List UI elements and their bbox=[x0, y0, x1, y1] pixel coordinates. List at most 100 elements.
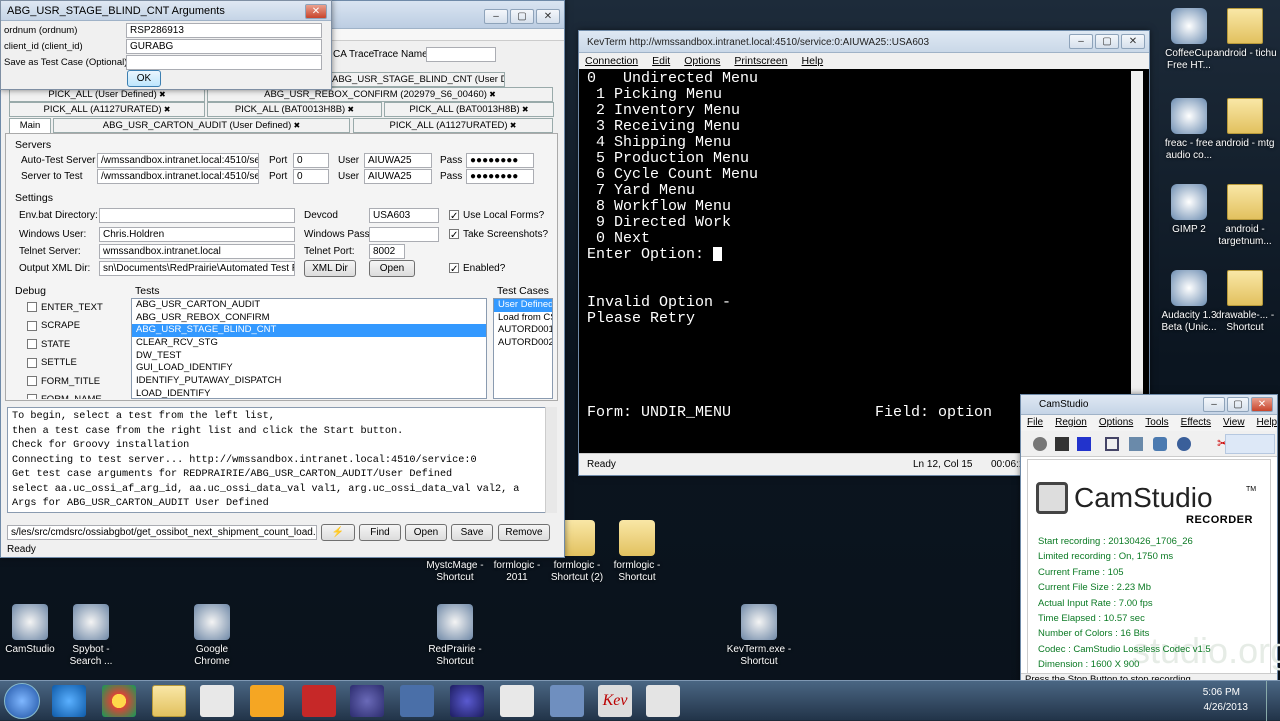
tab-close-icon[interactable]: ✖ bbox=[508, 121, 517, 130]
test-list-item[interactable]: LOAD_IDENTIFY bbox=[132, 388, 486, 398]
eclipse-icon[interactable] bbox=[350, 685, 384, 717]
kevterm-menu-item[interactable]: Printscreen bbox=[734, 55, 787, 67]
red-app-icon[interactable] bbox=[302, 685, 336, 717]
xml-dir-button[interactable]: XML Dir bbox=[304, 260, 356, 277]
debug-checkbox-item[interactable]: SETTLE bbox=[23, 354, 123, 372]
kevterm-menu-item[interactable]: Edit bbox=[652, 55, 670, 67]
checkbox[interactable] bbox=[27, 376, 37, 387]
server-url-input[interactable]: /wmssandbox.intranet.local:4510/service bbox=[97, 153, 259, 168]
test-list-item[interactable]: GUI_LOAD_IDENTIFY bbox=[132, 362, 486, 375]
port-input[interactable]: 0 bbox=[293, 169, 329, 184]
camstudio-menu-item[interactable]: Help bbox=[1257, 417, 1278, 429]
devcod-input[interactable]: USA603 bbox=[369, 208, 439, 223]
close-button[interactable]: ✕ bbox=[536, 9, 560, 24]
desktop-icon[interactable]: android - targetnum... bbox=[1210, 184, 1280, 248]
debug-checkbox-item[interactable]: ENTER_TEXT bbox=[23, 299, 123, 317]
debug-checkbox-item[interactable]: STATE bbox=[23, 336, 123, 354]
find-button[interactable]: Find bbox=[359, 524, 401, 541]
desktop-icon[interactable]: android - tichu bbox=[1210, 8, 1280, 60]
test-tab[interactable]: PICK_ALL (BAT0013H8B) ✖ bbox=[384, 102, 554, 117]
kevterm-menu-item[interactable]: Options bbox=[684, 55, 720, 67]
options-icon[interactable] bbox=[1129, 437, 1143, 451]
kevterm-taskbar-icon[interactable]: Kev bbox=[598, 685, 632, 717]
cs-minimize-button[interactable]: – bbox=[1203, 397, 1225, 412]
checkbox[interactable] bbox=[27, 302, 37, 313]
camstudio-menu-item[interactable]: Effects bbox=[1181, 417, 1211, 429]
desktop-icon[interactable]: Google Chrome bbox=[177, 604, 247, 668]
test-tab[interactable]: PICK_ALL (BAT0013H8B) ✖ bbox=[207, 102, 382, 117]
kevterm-title-bar[interactable]: KevTerm http://wmssandbox.intranet.local… bbox=[579, 31, 1149, 53]
terminal-app-icon[interactable] bbox=[400, 685, 434, 717]
script-path-select[interactable]: s/les/src/cmdsrc/ossiabgbot/get_ossibot_… bbox=[7, 525, 317, 540]
explorer-folder-icon[interactable] bbox=[152, 685, 186, 717]
stop-button[interactable] bbox=[1077, 437, 1091, 451]
dialog-close-button[interactable]: ✕ bbox=[305, 4, 327, 19]
desktop-icon[interactable]: android - mtg bbox=[1210, 98, 1280, 150]
debug-checkbox-item[interactable]: FORM_TITLE bbox=[23, 373, 123, 391]
test-list-item[interactable]: CLEAR_RCV_STG bbox=[132, 337, 486, 350]
test-list-item[interactable]: IDENTIFY_PUTAWAY_DISPATCH bbox=[132, 375, 486, 388]
java-2-icon[interactable] bbox=[500, 685, 534, 717]
desktop-icon[interactable]: RedPrairie - Shortcut bbox=[420, 604, 490, 668]
test-tab[interactable]: ABG_USR_CARTON_AUDIT (User Defined) ✖ bbox=[53, 118, 350, 133]
tab-close-icon[interactable]: ✖ bbox=[520, 105, 529, 114]
tab-close-icon[interactable]: ✖ bbox=[157, 90, 166, 99]
server-url-input[interactable]: /wmssandbox.intranet.local:4510/service bbox=[97, 169, 259, 184]
tab-close-icon[interactable]: ✖ bbox=[291, 121, 300, 130]
swf-icon[interactable] bbox=[1177, 437, 1191, 451]
cs-maximize-button[interactable]: ▢ bbox=[1227, 397, 1249, 412]
open-button[interactable]: Open bbox=[405, 524, 447, 541]
test-case-item[interactable]: User Defined bbox=[494, 299, 552, 312]
camstudio-title-bar[interactable]: CamStudio – ▢ ✕ bbox=[1021, 395, 1277, 415]
pass-input[interactable]: ●●●●●●●● bbox=[466, 169, 534, 184]
test-list-item[interactable]: DW_TEST bbox=[132, 350, 486, 363]
network-app-icon[interactable] bbox=[550, 685, 584, 717]
pause-button[interactable] bbox=[1055, 437, 1069, 451]
test-case-item[interactable]: AUTORD001 bbox=[494, 324, 552, 337]
debug-list[interactable]: ENTER_TEXT SCRAPE STATE SETTLE FORM_TITLE FOR… bbox=[23, 299, 123, 399]
test-tab[interactable]: PICK_ALL (A1127URATED) ✖ bbox=[9, 102, 205, 117]
test-case-item[interactable]: AUTORD002 bbox=[494, 337, 552, 350]
windows-pass-input[interactable] bbox=[369, 227, 439, 242]
checkbox[interactable] bbox=[27, 320, 37, 331]
kevterm-menu-item[interactable]: Help bbox=[802, 55, 824, 67]
test-case-item[interactable]: Load from CSV bbox=[494, 312, 552, 325]
test-list-item[interactable]: ABG_USR_STAGE_BLIND_CNT bbox=[132, 324, 486, 338]
dialog-title-bar[interactable]: ABG_USR_STAGE_BLIND_CNT Arguments ✕ bbox=[1, 1, 331, 21]
log-scrollbar[interactable] bbox=[545, 407, 557, 513]
use-local-forms-checkbox[interactable]: ✓ Use Local Forms? bbox=[449, 210, 544, 222]
arg-input[interactable]: RSP286913 bbox=[126, 23, 322, 38]
arg-input[interactable] bbox=[126, 55, 322, 70]
maximize-button[interactable]: ▢ bbox=[510, 9, 534, 24]
checkbox[interactable] bbox=[27, 394, 37, 399]
run-icon-button[interactable]: ⚡ bbox=[321, 524, 355, 541]
camstudio-taskbar-icon[interactable] bbox=[646, 685, 680, 717]
user-input[interactable]: AIUWA25 bbox=[364, 169, 432, 184]
chrome-icon[interactable] bbox=[102, 685, 136, 717]
kevterm-menu-item[interactable]: Connection bbox=[585, 55, 638, 67]
tab-close-icon[interactable]: ✖ bbox=[487, 90, 496, 99]
user-input[interactable]: AIUWA25 bbox=[364, 153, 432, 168]
checkbox[interactable] bbox=[27, 357, 37, 368]
camstudio-menu-item[interactable]: Region bbox=[1055, 417, 1087, 429]
take-screenshots-checkbox[interactable]: ✓ Take Screenshots? bbox=[449, 229, 548, 241]
annotation-icon[interactable] bbox=[1153, 437, 1167, 451]
test-list-item[interactable]: ABG_USR_CARTON_AUDIT bbox=[132, 299, 486, 312]
open-xml-button[interactable]: Open bbox=[369, 260, 415, 277]
camstudio-menu-item[interactable]: View bbox=[1223, 417, 1245, 429]
internet-explorer-icon[interactable] bbox=[52, 685, 86, 717]
xml-dir-input[interactable]: sn\Documents\RedPrairie\Automated Test R… bbox=[99, 261, 295, 276]
windows-user-input[interactable]: Chris.Holdren bbox=[99, 227, 295, 242]
save-button[interactable]: Save bbox=[451, 524, 493, 541]
enabled-checkbox[interactable]: ✓ Enabled? bbox=[449, 263, 505, 275]
telnet-server-input[interactable]: wmssandbox.intranet.local bbox=[99, 244, 295, 259]
eclipse-2-icon[interactable] bbox=[450, 685, 484, 717]
tab-close-icon[interactable]: ✖ bbox=[345, 105, 354, 114]
kevterm-close-button[interactable]: ✕ bbox=[1121, 34, 1145, 49]
test-tab[interactable]: PICK_ALL (A1127URATED) ✖ bbox=[353, 118, 553, 133]
debug-checkbox-item[interactable]: SCRAPE bbox=[23, 317, 123, 335]
region-icon[interactable] bbox=[1105, 437, 1119, 451]
remove-button[interactable]: Remove bbox=[498, 524, 550, 541]
test-list-item[interactable]: ABG_USR_REBOX_CONFIRM bbox=[132, 312, 486, 325]
record-button[interactable] bbox=[1033, 437, 1047, 451]
